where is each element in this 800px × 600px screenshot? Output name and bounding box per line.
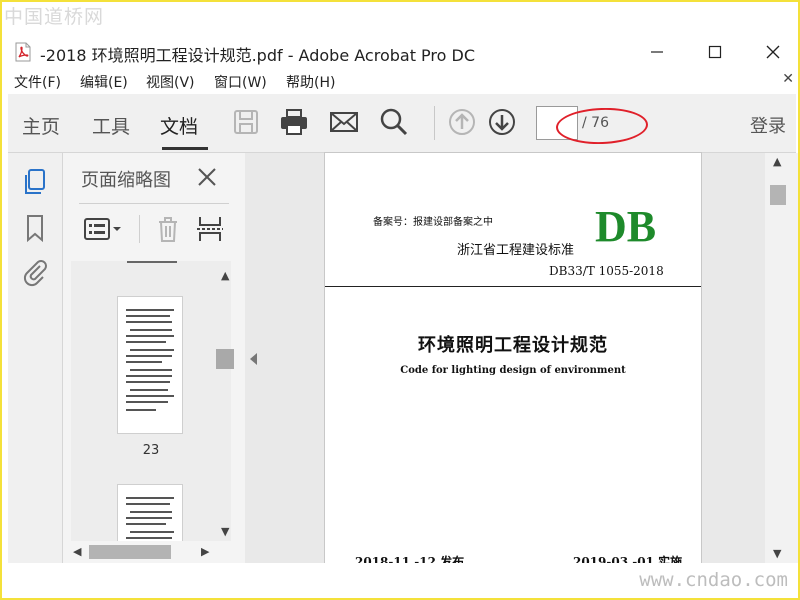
tab-home[interactable]: 主页 bbox=[22, 112, 60, 139]
document-subtitle: Code for lighting design of environment bbox=[400, 365, 626, 376]
window-title: -2018 环境照明工程设计规范.pdf - Adobe Acrobat Pro… bbox=[40, 46, 476, 65]
thumbnails-panel: 页面缩略图 23 ▲ ▼ ◀ ▶ bbox=[63, 153, 245, 563]
doc-scroll-up-icon[interactable]: ▲ bbox=[773, 155, 781, 168]
menu-help[interactable]: 帮助(H) bbox=[286, 72, 335, 92]
implement-date: 2019-03 -01 实施 bbox=[573, 555, 683, 563]
standard-code: DB33/T 1055-2018 bbox=[549, 264, 664, 278]
thumbnail-page-label: 23 bbox=[142, 443, 160, 458]
app-window: 中国道桥网 -2018 环境照明工程设计规范.pdf - Adobe Acrob… bbox=[0, 0, 800, 600]
bottom-strip: www.cndao.com bbox=[2, 563, 798, 598]
menu-window[interactable]: 窗口(W) bbox=[214, 72, 267, 92]
collapse-panel-icon[interactable] bbox=[250, 353, 257, 365]
title-bar: -2018 环境照明工程设计规范.pdf - Adobe Acrobat Pro… bbox=[2, 36, 798, 68]
close-window-button[interactable] bbox=[750, 38, 796, 66]
thumbnail-list: 23 bbox=[71, 261, 231, 541]
tab-tools[interactable]: 工具 bbox=[92, 112, 130, 139]
doc-scroll-down-icon[interactable]: ▼ bbox=[773, 547, 781, 560]
page-down-icon[interactable] bbox=[486, 106, 518, 138]
minimize-icon bbox=[651, 51, 663, 53]
document-vertical-scrollbar[interactable]: ▲ ▼ bbox=[767, 153, 789, 563]
thumbnail-options-icon[interactable] bbox=[83, 213, 123, 245]
doc-scrollbar-thumb[interactable] bbox=[770, 185, 786, 205]
close-document-button[interactable]: ✕ bbox=[782, 71, 794, 87]
page-thumbnail-24[interactable] bbox=[118, 485, 182, 541]
print-icon[interactable] bbox=[278, 106, 310, 138]
scroll-right-icon[interactable]: ▶ bbox=[201, 545, 209, 558]
header-rule bbox=[325, 286, 701, 287]
right-pane: ▲ ▼ bbox=[765, 153, 798, 563]
menu-file[interactable]: 文件(F) bbox=[14, 72, 61, 92]
save-icon[interactable] bbox=[230, 106, 262, 138]
db-logo: DB bbox=[595, 202, 657, 251]
tab-document[interactable]: 文档 bbox=[160, 112, 198, 139]
panel-divider bbox=[79, 203, 229, 204]
maximize-button[interactable] bbox=[692, 38, 738, 66]
panel-title: 页面缩略图 bbox=[81, 170, 171, 191]
panel-tool-separator bbox=[139, 215, 140, 243]
standard-name: 浙江省工程建设标准 bbox=[457, 243, 575, 258]
previous-page-label-partial bbox=[127, 261, 177, 269]
document-title: 环境照明工程设计规范 bbox=[418, 335, 608, 356]
minimize-button[interactable] bbox=[634, 38, 680, 66]
page-thumbnails-icon[interactable] bbox=[20, 167, 50, 197]
page-up-icon[interactable] bbox=[446, 106, 478, 138]
thumb-scrollbar-thumb[interactable] bbox=[216, 349, 234, 369]
thumb-horizontal-scrollbar[interactable]: ◀ ▶ bbox=[69, 543, 233, 561]
search-icon[interactable] bbox=[378, 106, 410, 138]
thumb-scroll-up-icon[interactable]: ▲ bbox=[221, 269, 229, 282]
login-button[interactable]: 登录 bbox=[750, 112, 786, 138]
pdf-page: 备案号：报建设部备案之中 DB 浙江省工程建设标准 DB33/T 1055-20… bbox=[325, 153, 701, 563]
main-toolbar: 主页 工具 文档 / 76 登录 bbox=[8, 94, 796, 153]
menu-view[interactable]: 视图(V) bbox=[146, 72, 195, 92]
thumb-scroll-down-icon[interactable]: ▼ bbox=[221, 525, 229, 538]
scroll-left-icon[interactable]: ◀ bbox=[73, 545, 81, 558]
document-view: 备案号：报建设部备案之中 DB 浙江省工程建设标准 DB33/T 1055-20… bbox=[245, 153, 765, 563]
menu-edit[interactable]: 编辑(E) bbox=[80, 72, 128, 92]
watermark-bottom: www.cndao.com bbox=[639, 569, 788, 591]
page-thumbnail-23[interactable] bbox=[118, 297, 182, 433]
bookmark-icon[interactable] bbox=[20, 213, 50, 243]
publish-date: 2018-11 -12 发布 bbox=[355, 555, 465, 563]
pdf-file-icon bbox=[15, 42, 31, 62]
crop-icon[interactable] bbox=[195, 213, 225, 245]
menu-bar: 文件(F) 编辑(E) 视图(V) 窗口(W) 帮助(H) ✕ bbox=[2, 68, 798, 94]
delete-icon[interactable] bbox=[153, 213, 183, 245]
close-panel-icon[interactable] bbox=[195, 165, 219, 189]
horizontal-scrollbar-thumb[interactable] bbox=[89, 545, 171, 559]
close-icon bbox=[766, 45, 780, 59]
toolbar-separator bbox=[434, 106, 435, 140]
navigation-rail bbox=[8, 153, 63, 563]
watermark-top: 中国道桥网 bbox=[4, 6, 105, 28]
filing-number: 备案号：报建设部备案之中 bbox=[373, 217, 493, 228]
maximize-icon bbox=[708, 45, 722, 59]
attachment-icon[interactable] bbox=[20, 257, 50, 287]
active-tab-indicator bbox=[162, 147, 208, 150]
mail-icon[interactable] bbox=[328, 106, 360, 138]
